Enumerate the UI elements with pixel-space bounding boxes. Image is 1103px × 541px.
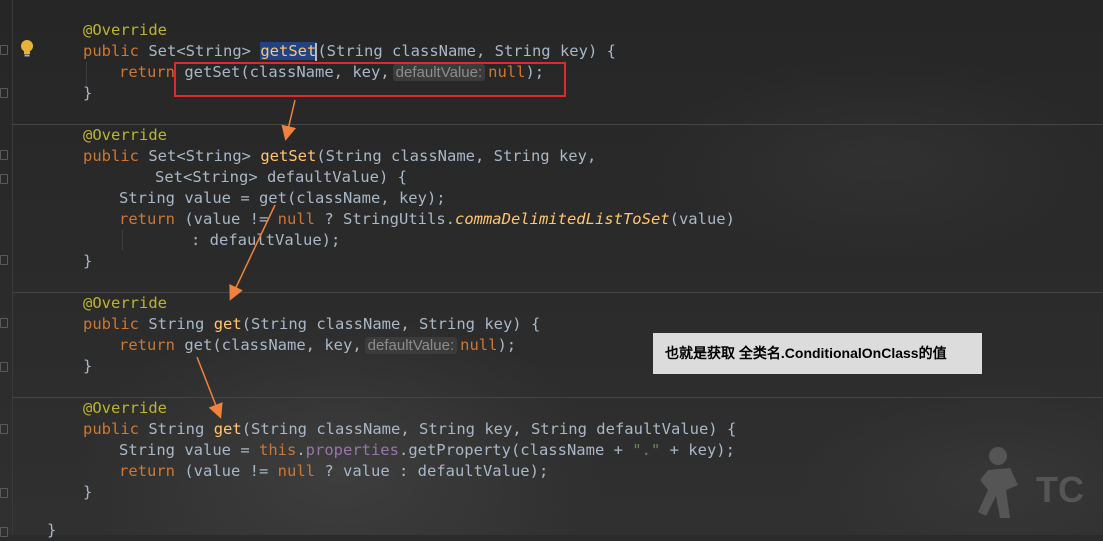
- annotation-note: 也就是获取 全类名.ConditionalOnClass的值: [653, 333, 982, 374]
- svg-text:TC: TC: [1036, 469, 1084, 510]
- arrow-icon: [196, 99, 297, 419]
- watermark-logo-icon: TC: [978, 447, 1084, 518]
